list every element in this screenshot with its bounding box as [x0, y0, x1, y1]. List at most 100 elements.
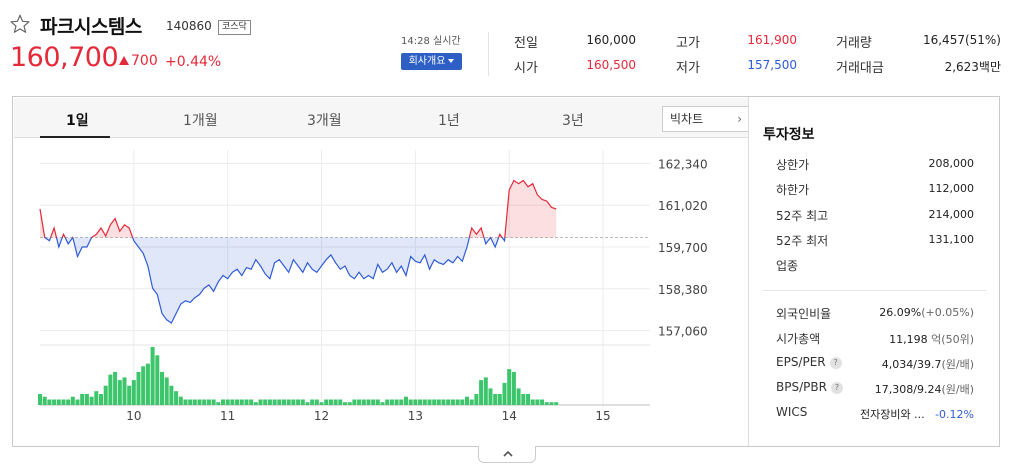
volume-bar	[206, 399, 211, 405]
wics-value: 전자장비와 ... -0.12%	[860, 406, 974, 422]
volume-bar	[235, 399, 240, 405]
volume-bar	[413, 399, 418, 405]
volume-bar	[502, 382, 507, 405]
volume-bar	[389, 399, 394, 405]
sector-label: 업종	[776, 259, 799, 273]
volume-bar	[38, 394, 42, 405]
market-cap-label: 시가총액	[776, 332, 821, 346]
x-tick-label: 14	[502, 409, 517, 423]
volume-bar	[155, 355, 160, 405]
volume-bar	[310, 399, 315, 405]
low52-value: 131,100	[928, 233, 975, 246]
volume-bar	[131, 380, 136, 405]
market-cap-unit: 억(50위)	[931, 333, 974, 346]
volume-bar	[371, 399, 376, 405]
wics-sector: 전자장비와 ...	[859, 408, 925, 421]
volume-bar	[47, 399, 52, 405]
volume-bar	[380, 402, 385, 405]
volume-bar	[352, 399, 357, 405]
volume-bar	[404, 396, 408, 405]
volume-bar	[375, 399, 380, 405]
price-chart: 162,340 161,020 159,700 158,380 157,060 10 11 1…	[38, 150, 708, 423]
invest-separator	[763, 290, 987, 291]
volume-bar	[488, 388, 493, 405]
chevron-up-icon	[503, 450, 513, 457]
volume-bar	[338, 399, 343, 405]
bps-pbr-value: 17,308/9.24(원/배)	[875, 381, 974, 397]
volume-bar	[497, 394, 502, 405]
collapse-toggle[interactable]	[478, 446, 536, 463]
volume-bar	[127, 385, 132, 405]
volume-bar	[446, 399, 451, 405]
invest-info-title: 투자정보	[763, 127, 815, 143]
volume-bar	[474, 394, 479, 405]
volume-bar	[188, 399, 193, 405]
volume-bar	[328, 399, 333, 405]
volume-bar	[84, 394, 89, 405]
volume-bar	[145, 363, 150, 405]
volume-bar	[324, 399, 329, 405]
volume-bar	[385, 399, 390, 405]
y-tick-label: 162,340	[658, 157, 708, 171]
eps-per-value: 4,034/39.7(원/배)	[882, 356, 974, 372]
wics-change: -0.12%	[935, 408, 974, 421]
volume-bar	[479, 380, 484, 405]
help-icon[interactable]: ?	[830, 382, 843, 394]
volume-bar	[211, 399, 216, 405]
volume-bar	[197, 399, 202, 405]
x-tick-label: 11	[220, 409, 235, 423]
volume-bar	[108, 374, 113, 405]
foreign-ratio-label: 외국인비율	[776, 307, 832, 321]
volume-bar	[455, 399, 460, 405]
high52-label: 52주 최고	[776, 209, 829, 223]
y-tick-label: 157,060	[658, 325, 708, 339]
volume-bar	[136, 371, 141, 405]
volume-bar	[141, 366, 146, 405]
volume-bar	[169, 385, 174, 405]
volume-bar	[314, 399, 319, 405]
volume-bar	[296, 399, 301, 405]
volume-bar	[70, 396, 75, 405]
market-cap-value: 11,198 억(50위)	[889, 331, 974, 347]
y-tick-label: 161,020	[658, 199, 708, 213]
bps-pbr: 17,308/9.24	[874, 383, 942, 396]
volume-bar	[113, 371, 118, 405]
y-tick-label: 159,700	[658, 241, 708, 255]
foreign-ratio-value: 26.09%(+0.05%)	[879, 306, 974, 319]
volume-bar	[202, 399, 207, 405]
volume-bar	[305, 402, 310, 405]
volume-bar	[221, 399, 225, 405]
wics-label: WICS	[776, 405, 808, 419]
volume-bar	[89, 396, 94, 405]
volume-bar	[450, 399, 455, 405]
volume-bar	[418, 399, 423, 405]
volume-bar	[319, 402, 324, 405]
volume-bar	[230, 399, 235, 405]
volume-bar	[178, 396, 183, 405]
help-icon[interactable]: ?	[829, 357, 842, 369]
volume-bar	[103, 385, 108, 405]
volume-bar	[347, 402, 352, 405]
lower-limit-label: 하한가	[776, 183, 810, 197]
volume-bar	[530, 399, 535, 405]
volume-bar	[160, 371, 164, 405]
x-tick-label: 15	[595, 409, 610, 423]
volume-bar	[465, 396, 469, 405]
foreign-ratio-change: (+0.05%)	[921, 306, 974, 319]
volume-bar	[174, 391, 179, 405]
volume-bar	[52, 399, 57, 405]
high52-value: 214,000	[928, 208, 975, 221]
volume-bar	[61, 399, 66, 405]
volume-bar	[216, 402, 221, 405]
volume-bar	[122, 377, 127, 405]
y-tick-label: 158,380	[658, 283, 708, 297]
volume-bar	[511, 371, 516, 405]
volume-bar	[366, 399, 371, 405]
volume-bar	[99, 394, 103, 405]
price-area-down	[40, 237, 557, 323]
volume-bar	[422, 399, 427, 405]
bps-pbr-unit: (원/배)	[941, 383, 974, 396]
upper-limit-value: 208,000	[928, 157, 975, 170]
x-tick-label: 10	[126, 409, 141, 423]
volume-bar	[263, 399, 268, 405]
